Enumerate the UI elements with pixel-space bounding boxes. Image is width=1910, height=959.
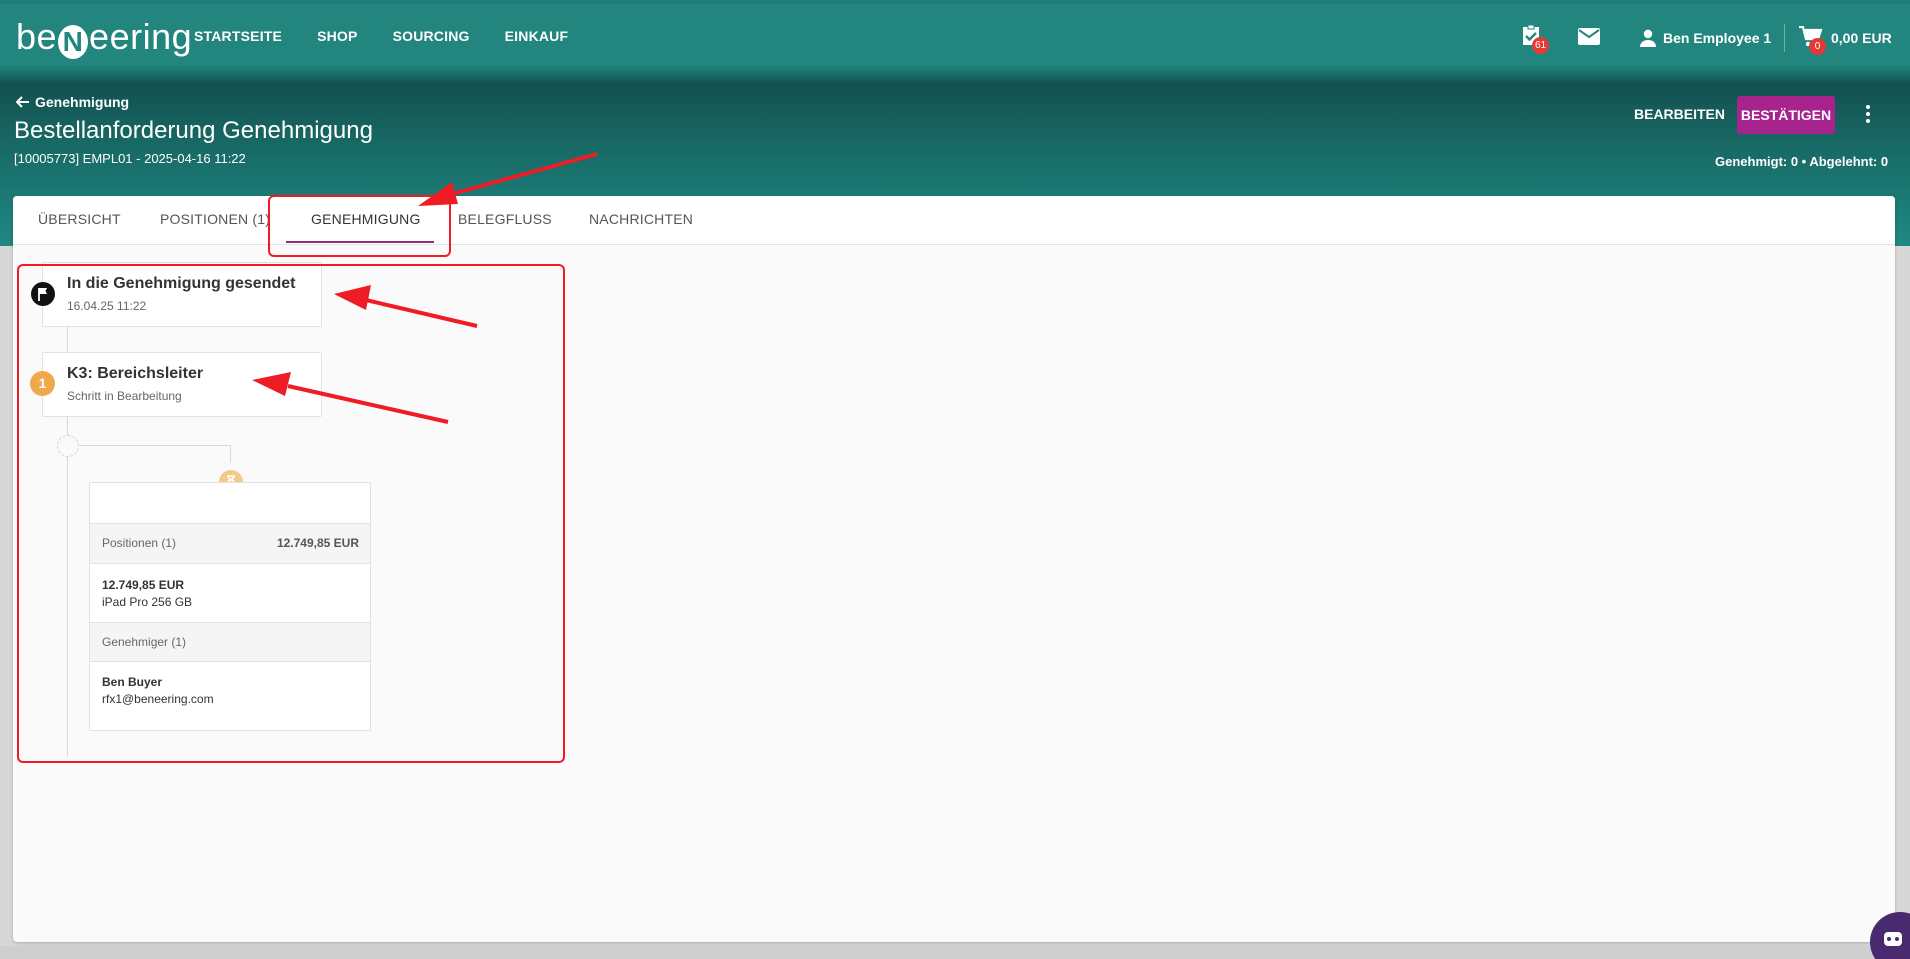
beneering-logo[interactable]: be Neering: [16, 16, 192, 59]
toolbar-divider: [1784, 24, 1785, 52]
cart-count-badge: 0: [1809, 38, 1826, 55]
annotation-box-tab: [268, 195, 451, 257]
nav-shop[interactable]: SHOP: [317, 28, 357, 44]
main-nav: STARTSEITE SHOP SOURCING EINKAUF: [194, 28, 568, 44]
back-link[interactable]: Genehmigung: [16, 94, 129, 110]
cart-total[interactable]: 0,00 EUR: [1831, 30, 1892, 46]
tasks-count-badge: 61: [1532, 37, 1549, 54]
user-menu[interactable]: Ben Employee 1: [1639, 29, 1771, 47]
nav-startseite[interactable]: STARTSEITE: [194, 28, 282, 44]
person-icon: [1640, 29, 1656, 47]
page-title: Bestellanforderung Genehmigung: [14, 117, 373, 144]
annotation-box-timeline: [17, 264, 565, 763]
tab-nachrichten[interactable]: NACHRICHTEN: [589, 211, 693, 227]
tab-uebersicht[interactable]: ÜBERSICHT: [38, 211, 121, 227]
nav-einkauf[interactable]: EINKAUF: [505, 28, 569, 44]
tab-positionen[interactable]: POSITIONEN (1): [160, 211, 270, 227]
cart-icon[interactable]: 0: [1799, 25, 1826, 55]
approval-summary: Genehmigt: 0 • Abgelehnt: 0: [1715, 154, 1889, 169]
bottom-strip: [0, 946, 1910, 959]
confirm-button[interactable]: BESTÄTIGEN: [1737, 96, 1835, 134]
mail-icon[interactable]: [1578, 28, 1600, 50]
edit-button[interactable]: BEARBEITEN: [1620, 96, 1739, 132]
chat-bot-icon[interactable]: [1870, 912, 1910, 959]
tab-belegfluss[interactable]: BELEGFLUSS: [458, 211, 552, 227]
back-link-label: Genehmigung: [35, 94, 130, 110]
arrow-left-icon: [16, 96, 29, 108]
nav-sourcing[interactable]: SOURCING: [393, 28, 470, 44]
user-name: Ben Employee 1: [1663, 30, 1772, 46]
more-vert-icon[interactable]: [1860, 103, 1876, 127]
task-check-icon[interactable]: 61: [1520, 24, 1549, 54]
top-bar: be Neering STARTSEITE SHOP SOURCING EINKA…: [0, 4, 1910, 67]
document-subtitle: [10005773] EMPL01 - 2025-04-16 11:22: [14, 151, 246, 166]
